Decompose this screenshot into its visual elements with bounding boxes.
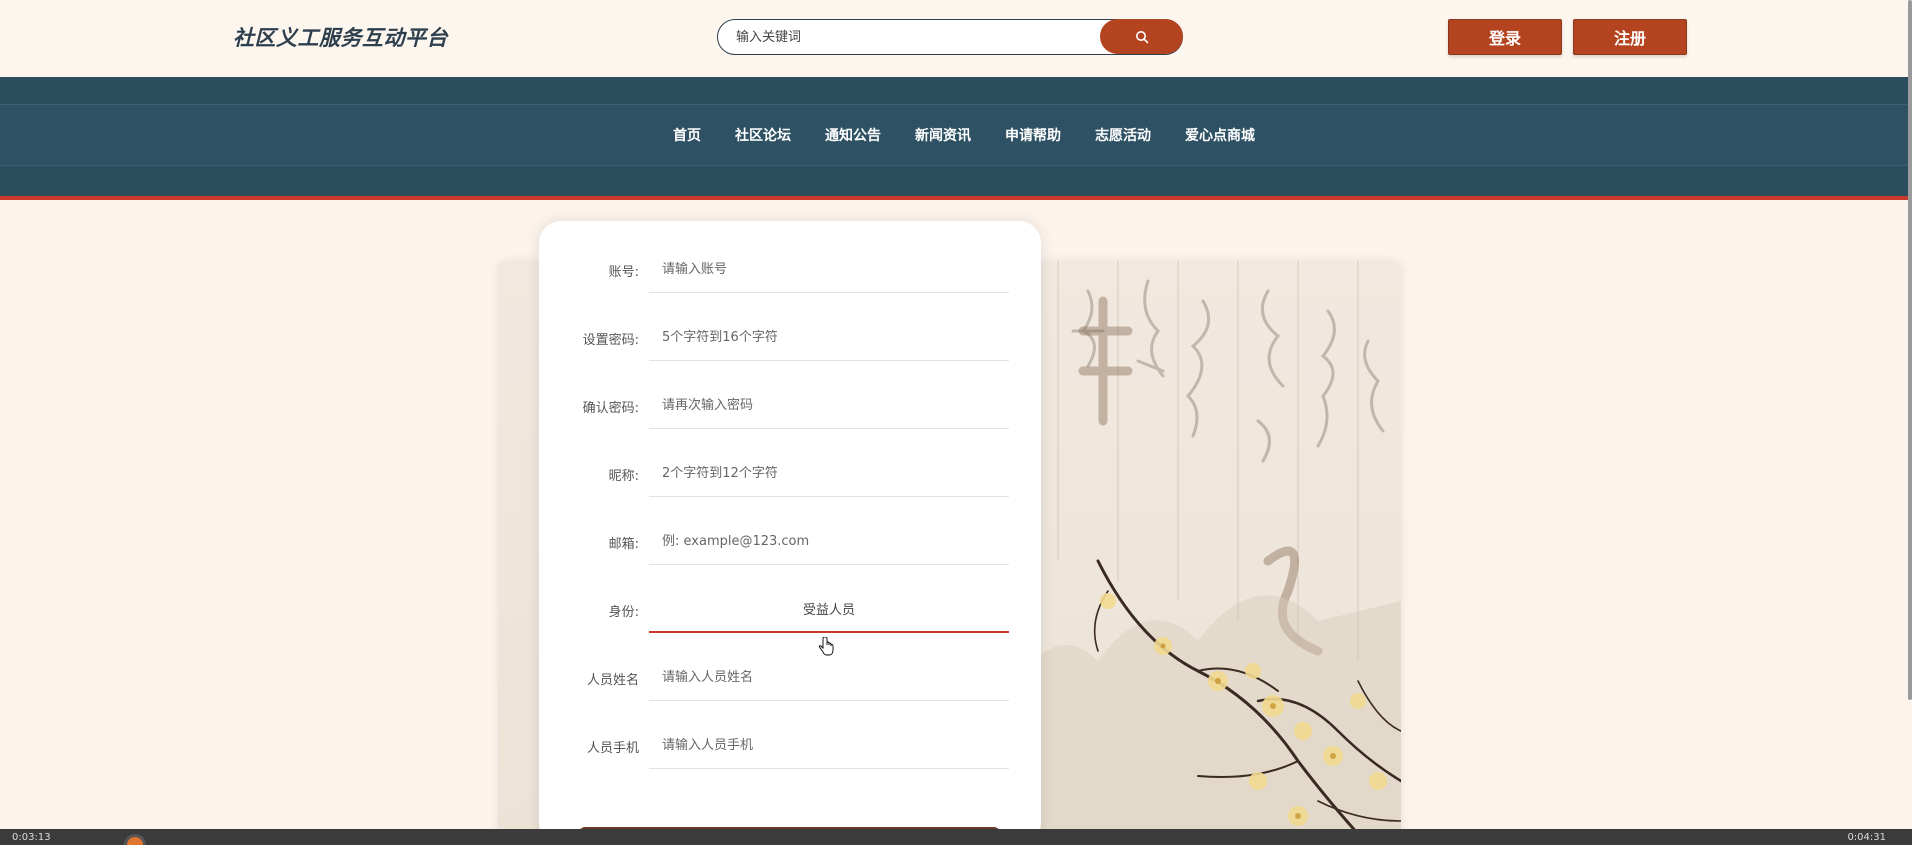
form-row-person-name: 人员姓名 bbox=[539, 647, 1041, 715]
hand-cursor-icon bbox=[818, 637, 834, 656]
person-name-input[interactable] bbox=[662, 667, 992, 687]
nav-item-help-request[interactable]: 申请帮助 bbox=[988, 125, 1078, 145]
confirm-password-input[interactable] bbox=[662, 395, 992, 415]
page-scrollbar[interactable] bbox=[1908, 0, 1912, 700]
site-title: 社区义工服务互动平台 bbox=[233, 26, 448, 50]
person-phone-input[interactable] bbox=[662, 735, 992, 755]
password-input[interactable] bbox=[662, 327, 992, 347]
identity-selected-value: 受益人员 bbox=[802, 603, 855, 618]
person-name-label: 人员姓名 bbox=[586, 673, 639, 688]
main-nav: 首页 社区论坛 通知公告 新闻资讯 申请帮助 志愿活动 爱心点商城 bbox=[0, 104, 1908, 166]
elapsed-time: 0:03:13 bbox=[12, 832, 51, 843]
password-label: 设置密码: bbox=[582, 333, 639, 348]
nav-item-volunteer[interactable]: 志愿活动 bbox=[1078, 125, 1168, 145]
person-phone-label: 人员手机 bbox=[586, 741, 639, 756]
account-input[interactable] bbox=[662, 259, 992, 279]
form-row-email: 邮箱: bbox=[539, 511, 1041, 579]
login-button[interactable]: 登录 bbox=[1448, 19, 1562, 55]
nav-item-points-mall[interactable]: 爱心点商城 bbox=[1168, 125, 1272, 145]
email-label: 邮箱: bbox=[608, 537, 639, 552]
total-time: 0:04:31 bbox=[1847, 832, 1886, 843]
form-row-identity: 身份: 受益人员 bbox=[539, 579, 1041, 647]
video-progress-bar[interactable]: 0:03:13 0:04:31 bbox=[0, 829, 1912, 845]
nav-item-home[interactable]: 首页 bbox=[656, 125, 718, 145]
main-nav-band: 首页 社区论坛 通知公告 新闻资讯 申请帮助 志愿活动 爱心点商城 bbox=[0, 77, 1908, 200]
nickname-input[interactable] bbox=[662, 463, 992, 483]
identity-label: 身份: bbox=[608, 605, 639, 620]
progress-knob[interactable] bbox=[124, 834, 146, 845]
account-label: 账号: bbox=[608, 265, 639, 280]
identity-select[interactable]: 受益人员 bbox=[649, 585, 1009, 633]
register-form: 账号: 设置密码: 确认密码: 昵称: 邮箱: 身份: 受益人员 bbox=[539, 221, 1041, 845]
form-row-account: 账号: bbox=[539, 239, 1041, 307]
top-header: 社区义工服务互动平台 登录 注册 bbox=[0, 0, 1908, 77]
form-row-confirm-password: 确认密码: bbox=[539, 375, 1041, 443]
search-button[interactable] bbox=[1100, 19, 1183, 54]
form-row-nickname: 昵称: bbox=[539, 443, 1041, 511]
email-input[interactable] bbox=[662, 531, 992, 551]
search-input[interactable] bbox=[736, 28, 1096, 46]
confirm-password-label: 确认密码: bbox=[582, 401, 639, 416]
form-row-person-phone: 人员手机 bbox=[539, 715, 1041, 783]
nav-item-notices[interactable]: 通知公告 bbox=[808, 125, 898, 145]
register-button[interactable]: 注册 bbox=[1573, 19, 1687, 55]
form-row-password: 设置密码: bbox=[539, 307, 1041, 375]
search-icon bbox=[1135, 30, 1148, 43]
nav-item-forum[interactable]: 社区论坛 bbox=[718, 125, 808, 145]
nav-item-news[interactable]: 新闻资讯 bbox=[898, 125, 988, 145]
search-box bbox=[717, 19, 1183, 55]
nickname-label: 昵称: bbox=[608, 469, 639, 484]
